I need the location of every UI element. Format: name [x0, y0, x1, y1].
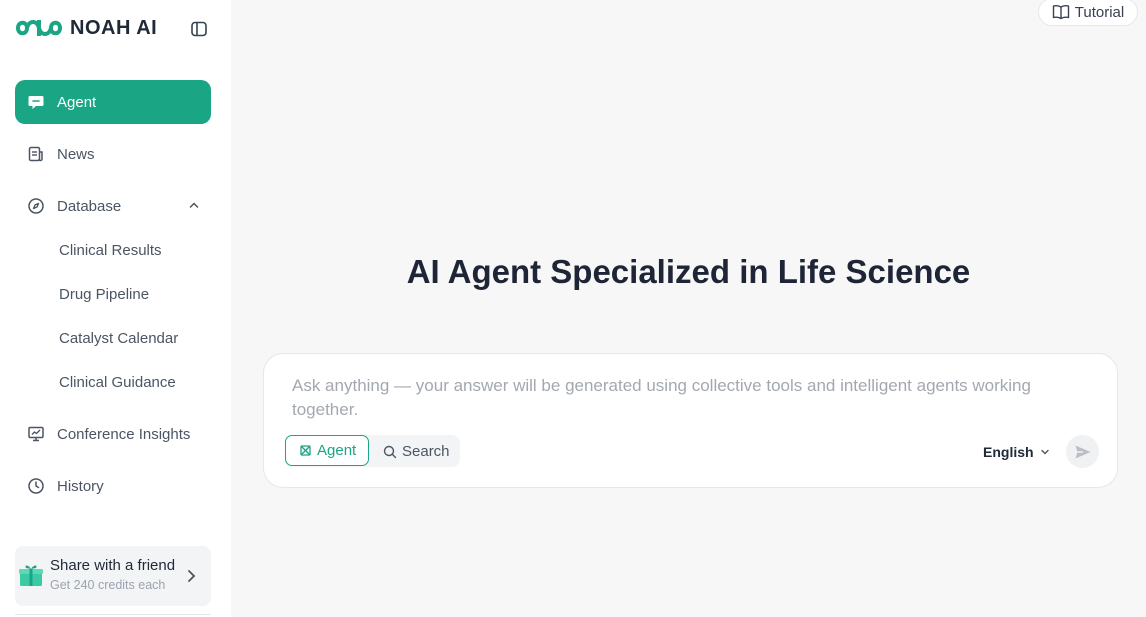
- tutorial-label: Tutorial: [1074, 3, 1125, 21]
- sidebar-item-label: Database: [57, 197, 122, 215]
- query-input[interactable]: [292, 374, 1082, 426]
- chevron-right-icon: [188, 570, 196, 582]
- sidebar-item-label: News: [57, 145, 95, 163]
- gift-icon: [19, 565, 43, 586]
- query-card: Agent Search English: [263, 353, 1118, 488]
- sidebar-item-history[interactable]: History: [15, 464, 211, 508]
- compass-icon: [27, 197, 45, 215]
- sidebar-subitem-clinical-guidance[interactable]: Clinical Guidance: [59, 370, 176, 394]
- sidebar-subitem-clinical-results[interactable]: Clinical Results: [59, 238, 162, 262]
- divider: [15, 614, 211, 615]
- send-button[interactable]: [1066, 435, 1099, 468]
- sidebar-item-label: Agent: [57, 93, 97, 111]
- brand[interactable]: NOAH AI: [14, 14, 157, 42]
- sidebar-item-conference-insights[interactable]: Conference Insights: [15, 412, 211, 456]
- atom-icon: [300, 445, 311, 456]
- share-subtitle: Get 240 credits each: [50, 578, 166, 592]
- mode-agent-button[interactable]: Agent: [285, 435, 369, 466]
- sidebar-subitem-drug-pipeline[interactable]: Drug Pipeline: [59, 282, 149, 306]
- book-icon: [1052, 5, 1069, 20]
- chat-bubble-icon: [27, 93, 45, 111]
- language-label: English: [983, 444, 1034, 460]
- sidebar: NOAH AI Agent News Database Clinical Res…: [0, 0, 231, 617]
- mode-toggle: Agent Search: [285, 435, 460, 467]
- page-title: AI Agent Specialized in Life Science: [406, 253, 971, 290]
- sidebar-subitem-catalyst-calendar[interactable]: Catalyst Calendar: [59, 326, 178, 350]
- send-icon: [1075, 445, 1090, 458]
- search-icon: [383, 445, 397, 458]
- tutorial-button[interactable]: Tutorial: [1038, 0, 1138, 26]
- chevron-down-icon: [1040, 449, 1049, 455]
- sidebar-item-label: Conference Insights: [57, 425, 191, 443]
- infinity-logo-icon: [15, 20, 63, 36]
- mode-search-button[interactable]: Search: [381, 437, 461, 466]
- sidebar-item-news[interactable]: News: [15, 132, 211, 176]
- share-title: Share with a friend: [50, 557, 176, 574]
- sidebar-item-label: History: [57, 477, 104, 495]
- sidebar-item-agent[interactable]: Agent: [15, 80, 211, 124]
- newspaper-icon: [27, 145, 45, 163]
- sidebar-item-database[interactable]: Database: [15, 184, 211, 228]
- mode-agent-label: Agent: [317, 442, 357, 459]
- clock-icon: [27, 477, 45, 495]
- chevron-up-icon[interactable]: [187, 198, 201, 212]
- sidebar-toggle-icon: [191, 21, 207, 37]
- mode-search-label: Search: [402, 443, 450, 460]
- brand-name: NOAH AI: [70, 16, 158, 39]
- sidebar-collapse-button[interactable]: [188, 18, 210, 40]
- presentation-icon: [27, 425, 45, 443]
- share-with-friend-card[interactable]: Share with a friend Get 240 credits each: [15, 546, 211, 606]
- language-select[interactable]: English: [983, 442, 1050, 462]
